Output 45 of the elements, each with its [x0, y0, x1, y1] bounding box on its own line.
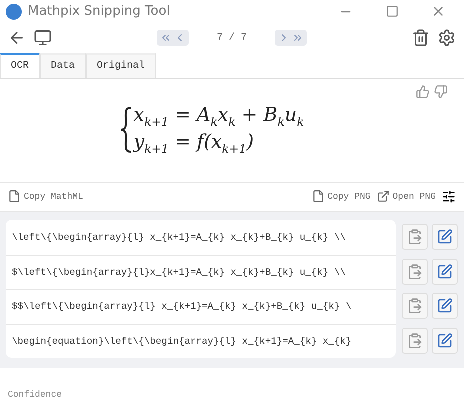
paste-button[interactable]: [402, 258, 428, 285]
edit-button[interactable]: [432, 258, 458, 285]
latex-code[interactable]: $\left\{\begin{array}{l}x_{k+1}=A_{k} x_{k}+B_{k} u_{k} \\: [12, 266, 346, 278]
file-icon: [312, 190, 325, 204]
tab[interactable]: Data: [40, 52, 86, 78]
edit-button[interactable]: [432, 328, 458, 354]
equation-line: x$_{k+1}$ = A$_{k}$x$_{k}$ + B$_{k}$u$_{k}$: [134, 104, 304, 130]
thumbs-down-icon[interactable]: [434, 84, 448, 99]
copy-png-button[interactable]: Copy PNG: [312, 190, 371, 204]
external-link-icon: [376, 190, 390, 204]
trash-icon[interactable]: [412, 29, 430, 48]
document-icon: [8, 190, 21, 204]
clipboard-icon: [407, 264, 423, 280]
page-counter: 7 / 7: [217, 32, 248, 44]
edit-icon: [437, 332, 453, 349]
clipboard-icon: [407, 298, 423, 314]
sliders-icon[interactable]: [442, 190, 456, 204]
edit-icon: [437, 264, 453, 280]
latex-code[interactable]: \begin{equation}\left\{\begin{array}{l} x_{k+1}=A_{k} x_{k}: [12, 336, 352, 347]
previous-nav[interactable]: [157, 30, 189, 46]
edit-icon: [437, 229, 453, 246]
app-logo-icon: [6, 4, 22, 20]
window-title: Mathpix Snipping Tool: [28, 4, 172, 20]
maximize-icon[interactable]: [386, 5, 398, 18]
next-nav[interactable]: [275, 30, 308, 46]
latex-code[interactable]: $$\left\{\begin{array}{l} x_{k+1}=A_{k} x_{k}+B_{k} u_{k} \: [12, 301, 352, 312]
brace-icon: [120, 107, 132, 154]
edit-button[interactable]: [432, 293, 458, 320]
paste-button[interactable]: [402, 224, 428, 250]
confidence-label: Confidence: [7, 389, 64, 400]
open-png-button[interactable]: Open PNG: [376, 190, 436, 204]
edit-button[interactable]: [432, 224, 458, 250]
tab[interactable]: OCR: [0, 52, 40, 78]
clipboard-icon: [407, 229, 423, 246]
copy-mathml-button[interactable]: Copy MathML: [8, 190, 84, 204]
tab[interactable]: Original: [86, 52, 156, 78]
settings-icon[interactable]: [438, 29, 456, 48]
clipboard-icon: [407, 332, 423, 349]
latex-code[interactable]: \left\{\begin{array}{l} x_{k+1}=A_{k} x_{k}+B_{k} u_{k} \\: [12, 232, 346, 243]
paste-button[interactable]: [402, 328, 428, 354]
monitor-icon[interactable]: [34, 29, 52, 48]
paste-button[interactable]: [402, 293, 428, 320]
equation-line: y$_{k+1}$ = f(x$_{k+1}$): [134, 131, 256, 156]
edit-icon: [437, 298, 453, 314]
thumbs-up-icon[interactable]: [416, 84, 430, 99]
